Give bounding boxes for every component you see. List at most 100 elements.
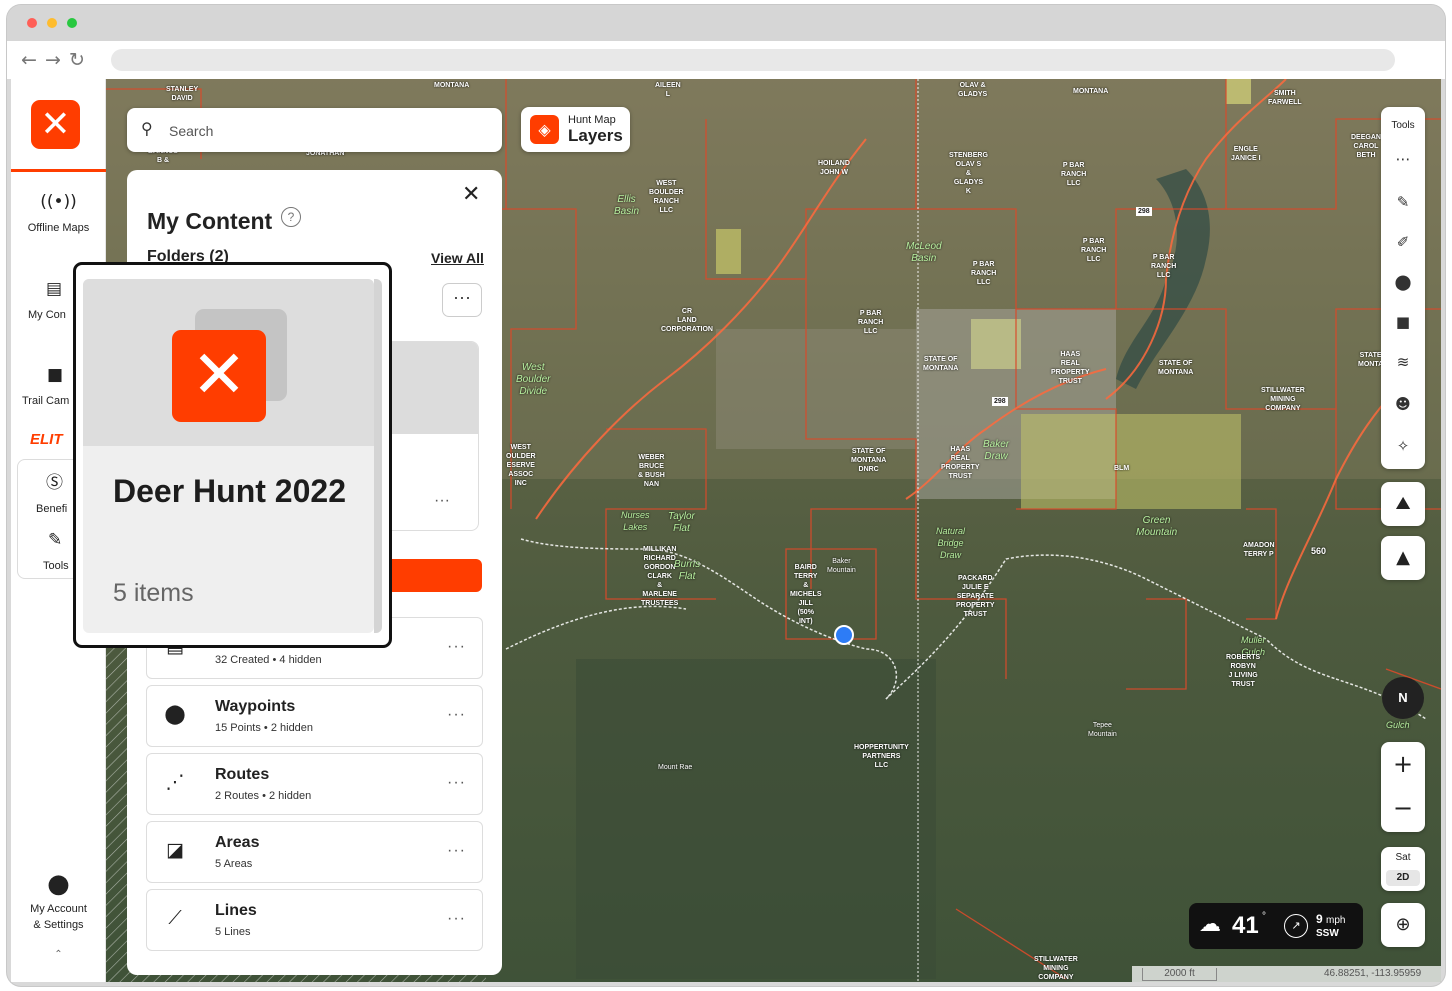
cloud-rain-icon: ☁ (1199, 912, 1221, 937)
waypoint-tool-icon[interactable]: ⬤ (1381, 273, 1425, 291)
map-label: STATE OF MONTANA (923, 356, 959, 372)
scale-distance: 2000 ft (1142, 968, 1217, 981)
map-label: 560 (1311, 546, 1327, 556)
rail-item-account[interactable]: ● My Account & Settings (11, 869, 106, 931)
map-label: MILLIKAN RICHARD GORDON CLARK & MARLENE … (641, 546, 679, 607)
trail-cam-tool-icon[interactable]: ■ (1381, 313, 1425, 331)
weather-widget[interactable]: ☁ 41 ° ↗ 9 mph SSW (1189, 903, 1363, 949)
map-label: MONTANA (434, 82, 470, 89)
locate-me-button[interactable]: ⊕ (1381, 903, 1425, 947)
map-label: OLAV & GLADYS (958, 82, 988, 98)
map-label: Ellis Basin (614, 194, 640, 217)
row-title: Waypoints (215, 698, 296, 715)
search-bar[interactable]: ⚲ Search (127, 108, 502, 152)
content-row-waypoints[interactable]: ⬤ Waypoints 15 Points • 2 hidden ··· (146, 685, 483, 747)
rail-active-indicator (11, 169, 106, 172)
close-icon[interactable]: ✕ (462, 182, 480, 207)
more-icon[interactable]: ··· (447, 842, 466, 860)
content-row-lines[interactable]: ⟋ Lines 5 Lines ··· (146, 889, 483, 951)
logo-x-icon: ✕ (40, 104, 71, 145)
map-label: Taylor Flat (668, 511, 695, 534)
view-all-link[interactable]: View All (431, 250, 484, 266)
rail-item-offline-maps[interactable]: ((•)) Offline Maps (11, 192, 106, 234)
close-window-dot[interactable] (27, 18, 37, 28)
map-label: BAIRD TERRY & MICHELS JILL (50% INT) (790, 564, 822, 625)
map-label: STENBERG OLAV S & GLADYS K (949, 152, 988, 195)
zoom-out-icon[interactable]: − (1381, 794, 1425, 822)
mountain-view-button[interactable]: ▲ (1381, 536, 1425, 580)
map-label: HOILAND JOHN W (818, 160, 850, 176)
map-label: WEST BOULDER RANCH LLC (649, 180, 684, 214)
minimize-window-dot[interactable] (47, 18, 57, 28)
route-tool-icon[interactable]: ⋯ (1381, 150, 1425, 168)
folder-popover[interactable]: ✕ Deer Hunt 2022 5 items (73, 262, 392, 648)
map-label: Gulch (1386, 720, 1410, 730)
map-label: DEEGAN CAROL BETH (1351, 134, 1381, 159)
more-icon[interactable]: ··· (447, 774, 466, 792)
map-label: BLM (1114, 465, 1130, 472)
row-subtitle: 5 Lines (215, 926, 251, 938)
compass-button[interactable]: N (1382, 677, 1424, 719)
current-location-dot (834, 625, 854, 645)
folder-title: Deer Hunt 2022 (113, 473, 346, 509)
map-label: SMITH FARWELL (1268, 90, 1302, 106)
temperature: 41 (1232, 912, 1259, 939)
rail-item-label: Tools (43, 560, 69, 572)
map-label: CR LAND CORPORATION (661, 308, 713, 333)
map-label: Baker Draw (983, 439, 1010, 462)
more-icon[interactable]: ··· (434, 492, 450, 510)
maximize-window-dot[interactable] (67, 18, 77, 28)
content-row-routes[interactable]: ⋰ Routes 2 Routes • 2 hidden ··· (146, 753, 483, 815)
map-label: Green Mountain (1136, 515, 1178, 538)
layers-button[interactable]: ◈ Hunt Map Layers (521, 107, 630, 152)
reload-icon[interactable]: ↻ (69, 49, 85, 71)
row-subtitle: 15 Points • 2 hidden (215, 722, 314, 734)
folder-card-enlarged[interactable]: ✕ Deer Hunt 2022 5 items (83, 279, 374, 633)
yellow-parcel-3 (1226, 79, 1251, 104)
zoom-in-icon[interactable]: + (1381, 750, 1425, 778)
basemap-toggle[interactable]: Sat 2D (1381, 847, 1425, 891)
app-logo[interactable]: ✕ (31, 100, 80, 149)
map-label: STILLWATER MINING COMPANY (1034, 956, 1078, 981)
map-label: STATE MONTA (1358, 352, 1384, 368)
waypoint-icon: ⬤ (164, 703, 186, 725)
wind-direction-icon: ↗ (1284, 914, 1308, 938)
forward-arrow-icon[interactable]: → (45, 49, 61, 71)
wind-tool-icon[interactable]: ≋ (1381, 353, 1425, 371)
map-label: STANLEY DAVID (166, 86, 199, 102)
layers-title: Layers (568, 126, 623, 145)
search-icon: ⚲ (141, 119, 153, 138)
highway-shield: 298 (1136, 207, 1152, 216)
map-label: P BAR RANCH LLC (1061, 162, 1087, 187)
title-bar (7, 5, 1445, 41)
row-subtitle: 2 Routes • 2 hidden (215, 790, 312, 802)
blm-parcel (1021, 414, 1241, 509)
terrain-3d-button[interactable]: ⛰ (1381, 482, 1425, 526)
content-row-areas[interactable]: ◪ Areas 5 Areas ··· (146, 821, 483, 883)
area-tool-icon[interactable]: ✐ (1381, 233, 1425, 251)
route-icon: ⋰ (165, 771, 185, 793)
address-bar[interactable] (111, 49, 1395, 71)
folders-more-button[interactable]: ··· (442, 283, 482, 317)
app-viewport: STANLEY DAVID MONTANA AILEEN L OLAV & GL… (11, 79, 1441, 982)
map-label: HAAS REAL PROPERTY TRUST (1051, 351, 1090, 385)
map-label: ENGLE JANICE I (1231, 146, 1261, 162)
collapse-chevron-icon[interactable]: ⌃ (11, 949, 106, 960)
help-icon[interactable]: ? (281, 207, 301, 227)
search-input[interactable]: Search (169, 123, 213, 139)
line-icon: ⟋ (168, 907, 182, 929)
back-arrow-icon[interactable]: ← (21, 49, 37, 71)
map-label: STILLWATER MINING COMPANY (1261, 387, 1305, 412)
tools-label: Tools (1391, 120, 1415, 131)
wind-speed: 9 mph (1316, 912, 1345, 926)
more-icon[interactable]: ··· (447, 638, 466, 656)
tools-panel: Tools ⋯ ✎ ✐ ⬤ ■ ≋ ☻ ✧ (1381, 107, 1425, 469)
line-tool-icon[interactable]: ✎ (1381, 193, 1425, 211)
x-glyph-icon: ✕ (191, 336, 247, 413)
people-tool-icon[interactable]: ☻ (1381, 395, 1425, 413)
more-icon[interactable]: ··· (447, 910, 466, 928)
satellite-tool-icon[interactable]: ✧ (1381, 437, 1425, 455)
map-label: WEST OULDER ESERVE ASSOC INC (506, 444, 536, 487)
more-icon[interactable]: ··· (447, 706, 466, 724)
card-stack-edge (374, 279, 382, 633)
